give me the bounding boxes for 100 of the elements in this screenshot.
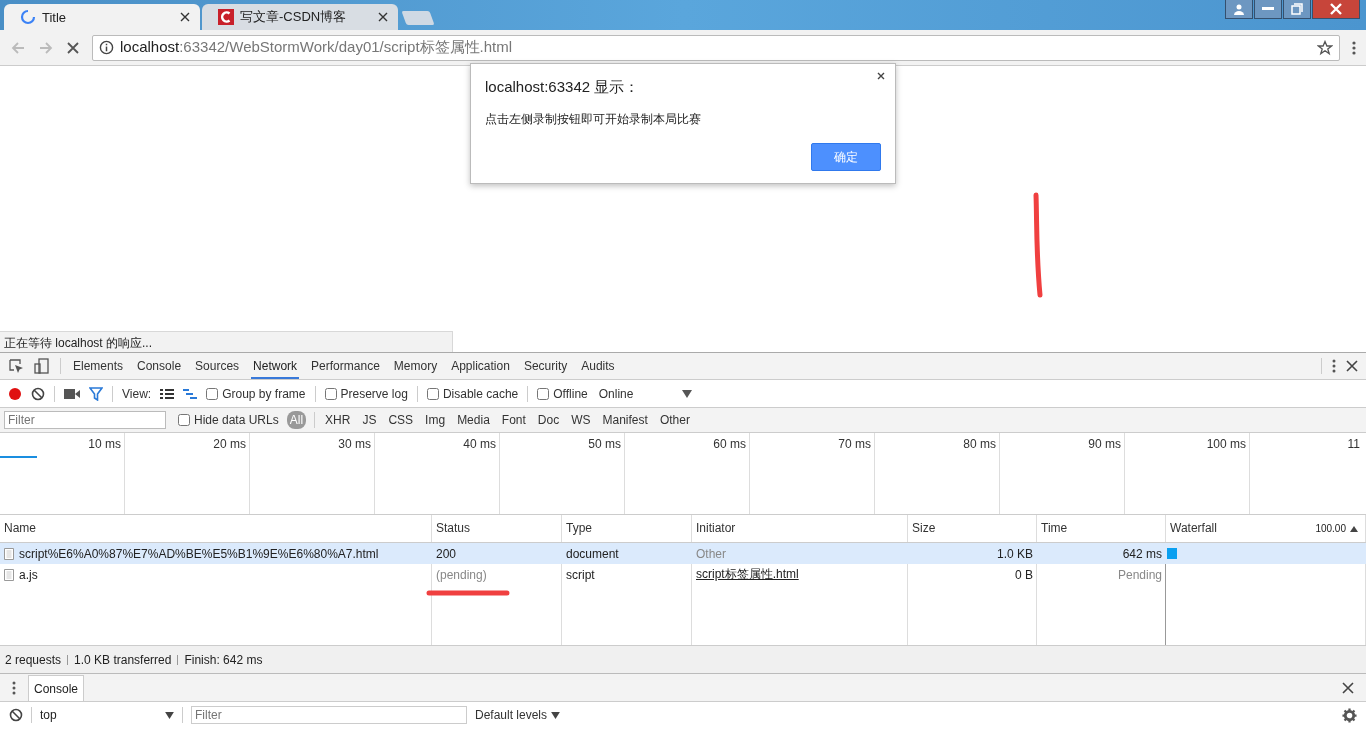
option-checkbox[interactable]: [426, 387, 439, 400]
filter-input[interactable]: Filter: [4, 411, 166, 429]
summary-text: Finish: 642 ms: [184, 652, 263, 667]
column-header[interactable]: Type: [562, 515, 692, 542]
browser-tab[interactable]: Title: [4, 4, 200, 30]
info-icon: [99, 40, 114, 55]
close-icon[interactable]: [1342, 681, 1354, 694]
stop-loading-icon[interactable]: [66, 40, 80, 55]
clear-icon[interactable]: [31, 386, 45, 401]
browser-tab[interactable]: 写文章-CSDN博客: [202, 4, 398, 30]
tick-label: 20 ms: [213, 437, 246, 451]
record-icon[interactable]: [8, 386, 22, 401]
drawer-tab[interactable]: Console: [28, 674, 85, 701]
close-icon[interactable]: [877, 72, 885, 80]
request-row[interactable]: script%E6%A0%87%E7%AD%BE%E5%B1%9E%E6%80%A7.html 200 document Other 1.0 KB 642 ms: [0, 543, 1366, 564]
hide-data-urls-checkbox[interactable]: [178, 414, 190, 426]
more-options-icon[interactable]: [1332, 359, 1336, 373]
loading-spinner-icon: [20, 9, 36, 25]
minimize-button[interactable]: [1254, 0, 1282, 19]
waterfall-bar: [1167, 548, 1177, 559]
settings-icon[interactable]: [1342, 707, 1357, 723]
sort-ascending-icon[interactable]: [1350, 526, 1358, 532]
more-options-icon[interactable]: [1352, 39, 1356, 56]
more-options-icon[interactable]: [12, 680, 16, 695]
type-filter-button[interactable]: Media: [455, 412, 492, 428]
restore-button[interactable]: [1283, 0, 1311, 19]
file-icon: [4, 547, 14, 560]
device-toolbar-icon[interactable]: [34, 358, 50, 374]
waterfall-view-icon[interactable]: [183, 388, 198, 399]
option-label: Offline: [553, 386, 588, 401]
column-header[interactable]: Initiator: [692, 515, 908, 542]
video-camera-icon[interactable]: [64, 388, 80, 399]
type-filter-button[interactable]: Other: [657, 412, 692, 428]
option-label: Disable cache: [442, 386, 519, 401]
request-row[interactable]: a.js (pending) script script标签属性.html 0 B Pending: [0, 564, 1366, 585]
status-text: 200: [436, 546, 457, 561]
type-filter-button[interactable]: CSS: [386, 412, 416, 428]
summary-text: 2 requests: [5, 652, 62, 667]
devtools-tab[interactable]: Sources: [193, 353, 242, 379]
type-filter-button[interactable]: WS: [569, 412, 593, 428]
context-dropdown[interactable]: top: [40, 708, 174, 722]
devtools-tab[interactable]: Memory: [391, 353, 440, 379]
file-icon: [4, 568, 14, 581]
column-header[interactable]: Time: [1037, 515, 1166, 542]
throttling-dropdown[interactable]: Online: [598, 386, 634, 401]
type-filter-button[interactable]: JS: [360, 412, 379, 428]
devtools-tab[interactable]: Security: [521, 353, 570, 379]
option-checkbox[interactable]: [537, 387, 550, 400]
column-header[interactable]: Name: [0, 515, 432, 542]
request-name: script%E6%A0%87%E7%AD%BE%E5%B1%9E%E6%80%A7.html: [19, 546, 379, 561]
dropdown-caret-icon[interactable]: [682, 389, 693, 398]
column-header[interactable]: Size: [908, 515, 1037, 542]
type-text: script: [566, 567, 595, 582]
console-filter-input[interactable]: Filter: [191, 706, 467, 724]
column-header[interactable]: Status: [432, 515, 562, 542]
devtools-tab[interactable]: Console: [135, 353, 184, 379]
tab-title: 写文章-CSDN博客: [240, 8, 348, 26]
caret-icon: [165, 711, 174, 719]
devtools-tab[interactable]: Application: [449, 353, 512, 379]
tick-label: 90 ms: [1088, 437, 1121, 451]
tick-label: 50 ms: [588, 437, 621, 451]
summary-text: 1.0 KB transferred: [74, 652, 172, 667]
close-icon: [1330, 3, 1342, 15]
star-icon[interactable]: [1317, 39, 1333, 56]
restore-icon: [1291, 3, 1303, 15]
option-checkbox[interactable]: [324, 387, 337, 400]
user-button[interactable]: [1225, 0, 1253, 19]
filter-icon[interactable]: [89, 386, 103, 401]
list-view-icon[interactable]: [160, 388, 175, 399]
clear-icon[interactable]: [9, 708, 23, 722]
devtools-tab[interactable]: Performance: [309, 353, 382, 379]
person-icon: [1233, 3, 1245, 15]
close-icon[interactable]: [180, 12, 190, 22]
type-text: document: [566, 546, 619, 561]
option-checkbox[interactable]: [206, 387, 219, 400]
type-filter-button[interactable]: XHR: [323, 412, 353, 428]
option-label: Group by frame: [222, 386, 306, 401]
initiator-link[interactable]: script标签属性.html: [696, 566, 799, 583]
devtools-tab[interactable]: Audits: [579, 353, 617, 379]
address-bar[interactable]: localhost:63342/WebStormWork/day01/script标签属性.html: [92, 34, 1340, 61]
log-levels-dropdown[interactable]: Default levels: [475, 708, 561, 722]
type-filter-button[interactable]: Doc: [535, 412, 562, 428]
inspect-cursor-icon[interactable]: [8, 358, 24, 374]
tick-label: 10 ms: [88, 437, 121, 451]
close-icon[interactable]: [378, 12, 388, 22]
tick-label: 11: [1347, 437, 1360, 451]
request-name: a.js: [19, 567, 38, 582]
close-button[interactable]: [1312, 0, 1360, 19]
devtools-tab[interactable]: Elements: [71, 353, 126, 379]
type-filter-button[interactable]: Manifest: [600, 412, 650, 428]
status-bubble: 正在等待 localhost 的响应...: [0, 331, 453, 352]
view-label: View:: [122, 386, 152, 401]
type-filter-button[interactable]: Img: [423, 412, 448, 428]
close-icon[interactable]: [1346, 360, 1358, 372]
dialog-message: 点击左侧录制按钮即可开始录制本局比赛: [485, 111, 702, 128]
size-text: 0 B: [1015, 567, 1033, 582]
status-text: (pending): [436, 567, 487, 582]
devtools-tab[interactable]: Network: [251, 353, 300, 379]
initiator-text: Other: [696, 546, 726, 561]
type-filter-button[interactable]: Font: [499, 412, 528, 428]
